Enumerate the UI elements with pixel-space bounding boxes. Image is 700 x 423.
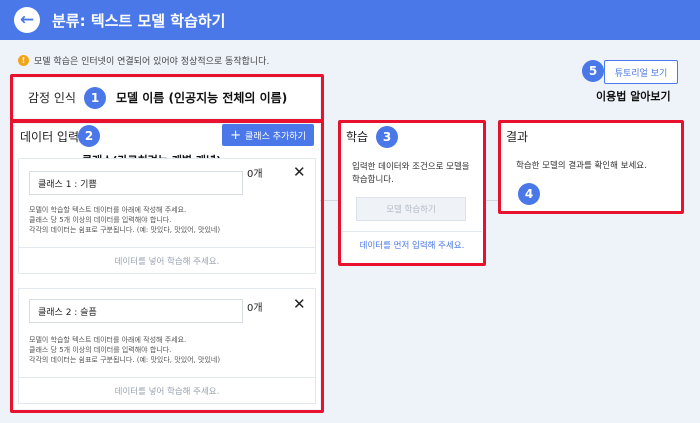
highlight-box-model: [10, 74, 324, 122]
step-badge-1: 1: [84, 87, 106, 109]
page-title: 분류: 텍스트 모델 학습하기: [52, 12, 226, 30]
warning-icon: !: [18, 55, 29, 66]
highlight-box-training: [338, 120, 486, 266]
highlight-box-data: [10, 120, 324, 413]
step-badge-5: 5: [582, 60, 604, 82]
arrow-left-icon: ←: [19, 9, 35, 30]
top-bar: ← 분류: 텍스트 모델 학습하기: [0, 0, 700, 40]
tutorial-annotation: 이용법 알아보기: [596, 90, 671, 103]
step-badge-2: 2: [78, 125, 100, 147]
step-badge-3: 3: [376, 126, 398, 148]
connector-line: [486, 200, 498, 201]
connection-notice: ! 모델 학습은 인터넷이 연결되어 있어야 정상적으로 동작합니다.: [18, 54, 269, 67]
notice-text: 모델 학습은 인터넷이 연결되어 있어야 정상적으로 동작합니다.: [34, 57, 270, 67]
tutorial-button[interactable]: 튜토리얼 보기: [604, 60, 678, 84]
back-button[interactable]: ←: [14, 7, 40, 33]
step-badge-4: 4: [518, 183, 540, 205]
